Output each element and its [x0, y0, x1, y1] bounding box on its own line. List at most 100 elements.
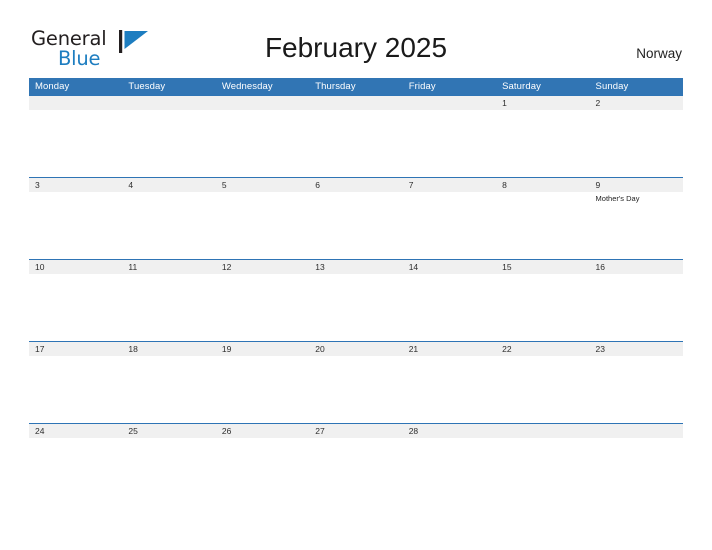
- event-cell[interactable]: [590, 356, 683, 423]
- day-number: 10: [35, 262, 45, 272]
- weekday-monday: Monday: [35, 81, 70, 92]
- day-cell[interactable]: 25: [122, 424, 215, 438]
- day-cell[interactable]: [122, 96, 215, 110]
- day-cell[interactable]: 20: [309, 342, 402, 356]
- country-label: Norway: [636, 46, 682, 61]
- day-cell[interactable]: 10: [29, 260, 122, 274]
- day-cell[interactable]: 21: [403, 342, 496, 356]
- event-cell[interactable]: [29, 192, 122, 259]
- week-date-band: 17 18 19 20 21 22 23: [29, 342, 683, 356]
- day-cell[interactable]: 17: [29, 342, 122, 356]
- event-cell[interactable]: [309, 274, 402, 341]
- event-cell[interactable]: [29, 274, 122, 341]
- event-cell[interactable]: [216, 274, 309, 341]
- day-number: 19: [221, 344, 232, 354]
- day-cell[interactable]: 15: [496, 260, 589, 274]
- event-cell[interactable]: [309, 110, 402, 177]
- day-cell[interactable]: 14: [403, 260, 496, 274]
- day-cell[interactable]: 8: [496, 178, 589, 192]
- event-cell[interactable]: [309, 192, 402, 259]
- day-cell[interactable]: 11: [122, 260, 215, 274]
- event-cell[interactable]: [29, 110, 122, 177]
- event-cell[interactable]: [309, 356, 402, 423]
- day-cell[interactable]: [309, 96, 402, 110]
- day-cell[interactable]: 19: [216, 342, 309, 356]
- day-cell[interactable]: 6: [309, 178, 402, 192]
- day-number: 13: [315, 262, 325, 272]
- day-cell[interactable]: 26: [216, 424, 309, 438]
- day-cell[interactable]: 24: [29, 424, 122, 438]
- event-cell[interactable]: [216, 110, 309, 177]
- event-cell[interactable]: [29, 438, 122, 505]
- day-cell[interactable]: [403, 96, 496, 110]
- event-cell[interactable]: [216, 192, 309, 259]
- day-cell[interactable]: 27: [309, 424, 402, 438]
- page-header: General Blue February 2025 Norway: [0, 0, 712, 78]
- day-cell[interactable]: 2: [590, 96, 683, 110]
- day-number: 24: [35, 426, 45, 436]
- week-event-band: Mother's Day: [29, 192, 683, 259]
- event-cell[interactable]: [122, 356, 215, 423]
- event-cell[interactable]: [496, 110, 589, 177]
- weekday-sunday: Sunday: [595, 81, 629, 92]
- weekday-header-row: Monday Tuesday Wednesday Thursday Friday…: [29, 78, 683, 95]
- event-cell[interactable]: [403, 110, 496, 177]
- day-cell[interactable]: 23: [590, 342, 683, 356]
- day-number: 5: [221, 180, 227, 190]
- day-cell[interactable]: 18: [122, 342, 215, 356]
- day-cell[interactable]: [496, 424, 589, 438]
- week-event-band: [29, 438, 683, 505]
- day-cell[interactable]: 5: [216, 178, 309, 192]
- weekday-saturday: Saturday: [502, 81, 541, 92]
- day-cell[interactable]: 16: [590, 260, 683, 274]
- event-cell[interactable]: [309, 438, 402, 505]
- day-number: 16: [595, 262, 605, 272]
- day-number: 2: [595, 98, 601, 108]
- calendar-grid: Monday Tuesday Wednesday Thursday Friday…: [29, 78, 683, 505]
- day-number: 12: [221, 262, 232, 272]
- day-cell[interactable]: 4: [122, 178, 215, 192]
- event-cell[interactable]: [29, 356, 122, 423]
- day-cell[interactable]: 1: [496, 96, 589, 110]
- day-number: 23: [595, 344, 605, 354]
- day-cell[interactable]: 3: [29, 178, 122, 192]
- event-cell[interactable]: [216, 356, 309, 423]
- event-cell[interactable]: [496, 356, 589, 423]
- day-number: 27: [315, 426, 325, 436]
- event-cell[interactable]: [496, 274, 589, 341]
- day-number: 11: [128, 262, 138, 272]
- event-cell[interactable]: [403, 274, 496, 341]
- event-cell[interactable]: [590, 274, 683, 341]
- event-cell[interactable]: [403, 192, 496, 259]
- event-cell[interactable]: Mother's Day: [590, 192, 683, 259]
- calendar-week-row: 1 2: [29, 95, 683, 177]
- event-cell[interactable]: [403, 438, 496, 505]
- day-cell[interactable]: 12: [216, 260, 309, 274]
- day-cell[interactable]: 7: [403, 178, 496, 192]
- weekday-tuesday: Tuesday: [128, 81, 166, 92]
- event-cell[interactable]: [590, 110, 683, 177]
- week-event-band: [29, 110, 683, 177]
- day-cell[interactable]: 13: [309, 260, 402, 274]
- event-cell[interactable]: [122, 110, 215, 177]
- event-cell[interactable]: [122, 192, 215, 259]
- event-cell[interactable]: [122, 438, 215, 505]
- event-cell[interactable]: [590, 438, 683, 505]
- day-number: 18: [128, 344, 138, 354]
- event-cell[interactable]: [216, 438, 309, 505]
- calendar-week-row: 3 4 5 6 7 8 9 Mother's Day: [29, 177, 683, 259]
- weekday-friday: Friday: [408, 81, 436, 92]
- event-cell[interactable]: [496, 192, 589, 259]
- event-cell[interactable]: [403, 356, 496, 423]
- page-title: February 2025: [264, 32, 448, 63]
- day-cell[interactable]: [216, 96, 309, 110]
- event-cell[interactable]: [496, 438, 589, 505]
- day-number: 26: [221, 426, 232, 436]
- day-cell[interactable]: 9: [590, 178, 683, 192]
- day-cell[interactable]: [29, 96, 122, 110]
- day-cell[interactable]: 22: [496, 342, 589, 356]
- day-number: 20: [315, 344, 325, 354]
- event-cell[interactable]: [122, 274, 215, 341]
- day-cell[interactable]: 28: [403, 424, 496, 438]
- day-cell[interactable]: [590, 424, 683, 438]
